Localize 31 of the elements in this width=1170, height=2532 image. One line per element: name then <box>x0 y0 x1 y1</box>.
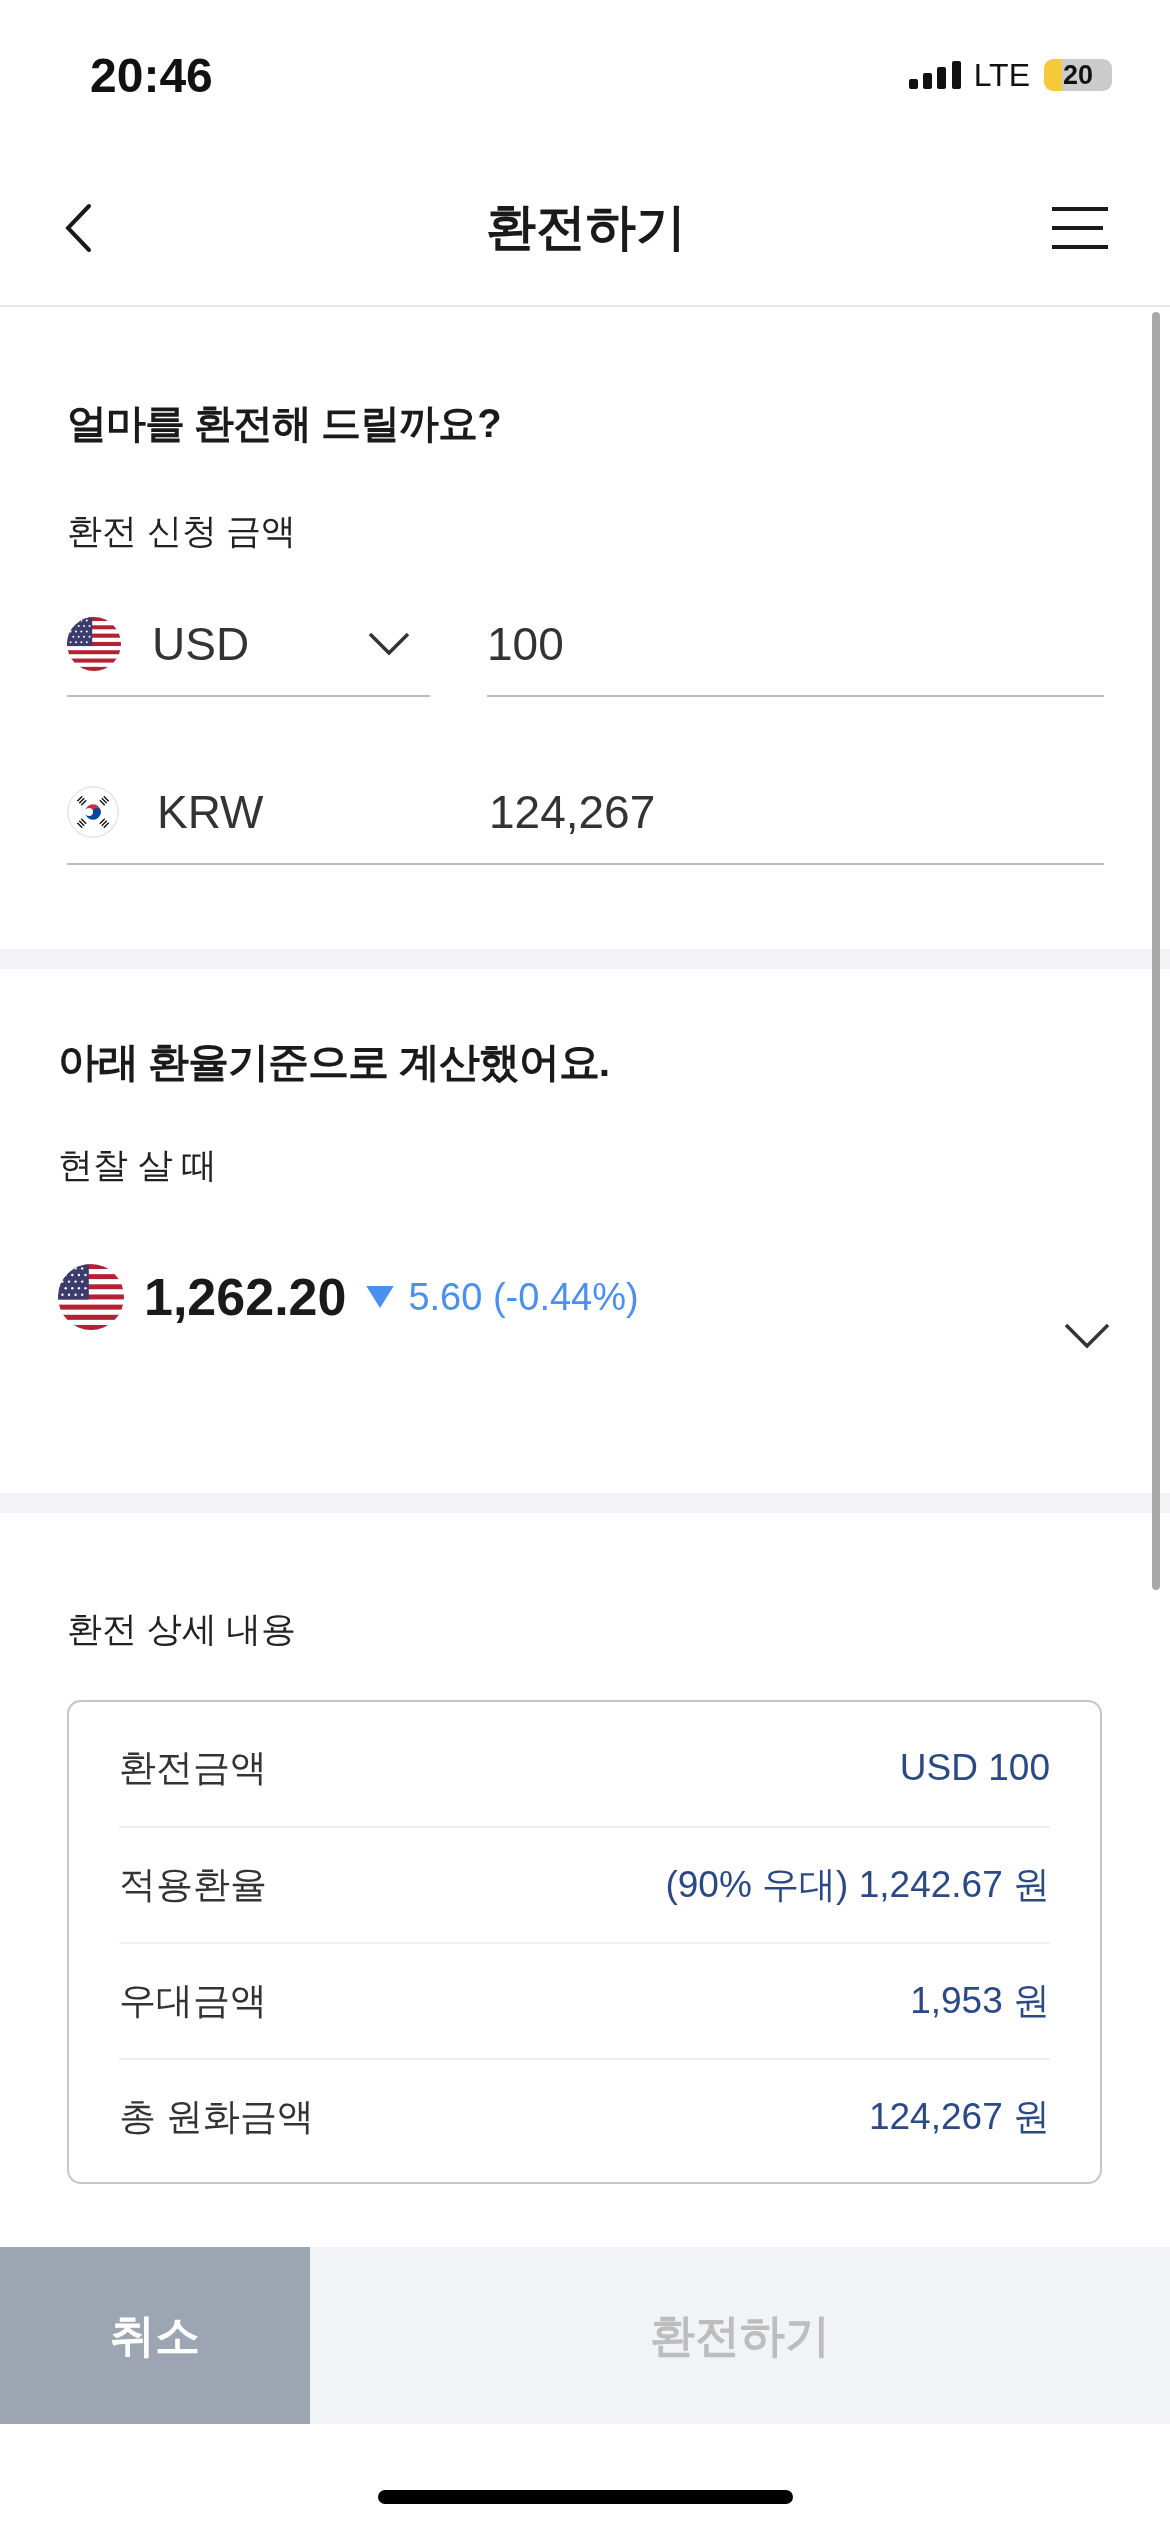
detail-value: 1,953 원 <box>910 1979 1050 2023</box>
detail-label: 우대금액 <box>119 1979 267 2023</box>
flag-icon <box>67 786 119 838</box>
detail-label: 총 원화금액 <box>119 2095 315 2139</box>
detail-label: 적용환율 <box>119 1863 267 1907</box>
amount-input[interactable]: 100 <box>487 593 1104 697</box>
network-type: LTE <box>973 56 1030 94</box>
detail-value: USD 100 <box>899 1747 1050 1789</box>
section-heading: 아래 환율기준으로 계산했어요. <box>58 1038 611 1087</box>
currency-select[interactable]: USD <box>67 593 430 697</box>
signal-icon <box>908 61 961 89</box>
battery-indicator: 20 <box>1044 59 1112 91</box>
detail-label: 환전금액 <box>119 1746 267 1790</box>
section-title: 환전 상세 내용 <box>67 1608 298 1650</box>
page-title: 환전하기 <box>486 198 686 257</box>
detail-value: (90% 우대) 1,242.67 원 <box>665 1863 1050 1907</box>
chevron-down-icon <box>368 632 410 656</box>
flag-icon <box>58 1264 124 1330</box>
section-heading: 얼마를 환전해 드릴까요? <box>67 400 502 447</box>
converted-amount: 124,267 <box>489 785 656 839</box>
exchange-rate: 1,262.20 <box>144 1267 347 1327</box>
rate-type-label: 현찰 살 때 <box>58 1144 219 1186</box>
chevron-down-icon[interactable] <box>1064 1323 1110 1349</box>
field-label: 환전 신청 금액 <box>67 510 298 552</box>
status-time: 20:46 <box>90 47 213 103</box>
menu-icon[interactable] <box>1052 206 1108 249</box>
back-icon[interactable] <box>64 202 92 253</box>
flag-icon <box>67 617 121 671</box>
rate-change: 5.60 (-0.44%) <box>408 1275 639 1319</box>
currency-code: KRW <box>157 785 265 839</box>
detail-value: 124,267 원 <box>868 2095 1050 2139</box>
